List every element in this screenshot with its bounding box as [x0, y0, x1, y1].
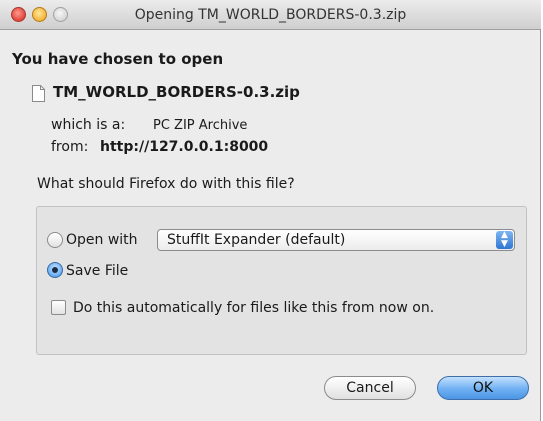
title-bar[interactable]: Opening TM_WORLD_BORDERS-0.3.zip: [0, 0, 541, 30]
file-name: TM_WORLD_BORDERS-0.3.zip: [53, 83, 300, 101]
ok-button[interactable]: OK: [437, 376, 529, 400]
file-type-label: which is a:: [51, 117, 126, 133]
radio-selected-dot: [52, 267, 58, 273]
source-url: http://127.0.0.1:8000: [100, 139, 269, 155]
window-title: Opening TM_WORLD_BORDERS-0.3.zip: [134, 7, 407, 23]
auto-action-checkbox[interactable]: [51, 300, 66, 315]
open-with-app-value: StuffIt Expander (default): [167, 232, 346, 248]
document-icon: [32, 85, 45, 102]
action-question: What should Firefox do with this file?: [37, 176, 295, 192]
download-dialog-window: Opening TM_WORLD_BORDERS-0.3.zip You hav…: [0, 0, 541, 421]
source-label: from:: [51, 139, 89, 155]
auto-action-label[interactable]: Do this automatically for files like thi…: [73, 300, 434, 316]
save-file-radio[interactable]: [47, 262, 63, 278]
open-with-app-select[interactable]: StuffIt Expander (default) ▲ ▼: [157, 229, 515, 251]
open-with-label[interactable]: Open with: [66, 232, 138, 248]
cancel-button[interactable]: Cancel: [324, 376, 416, 400]
file-type-value: PC ZIP Archive: [153, 118, 248, 133]
popup-arrows-icon: ▲ ▼: [496, 231, 513, 249]
save-file-label[interactable]: Save File: [66, 263, 128, 279]
dialog-heading: You have chosen to open: [12, 50, 224, 68]
open-with-radio[interactable]: [47, 232, 63, 248]
